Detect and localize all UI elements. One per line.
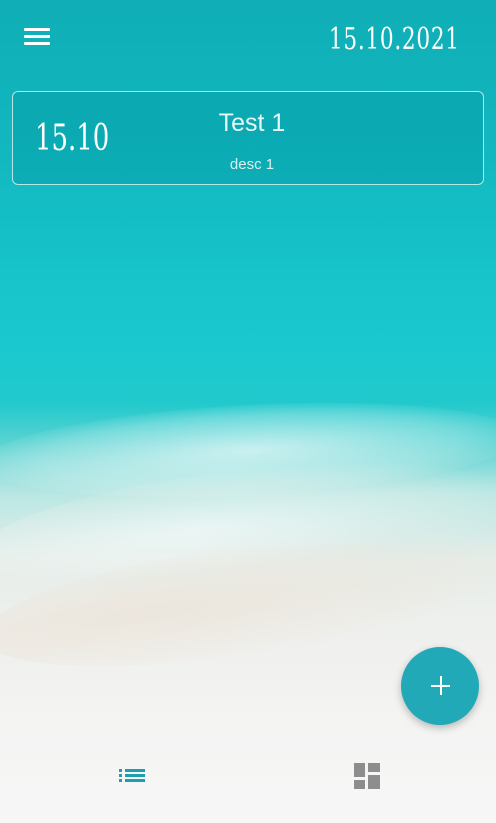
background-surf bbox=[0, 442, 496, 608]
app-screen: 15.10.2021 15.10 Test 1 desc 1 bbox=[0, 0, 496, 823]
plus-icon bbox=[439, 676, 442, 695]
add-note-button[interactable] bbox=[401, 647, 479, 725]
header-date: 15.10.2021 bbox=[329, 22, 460, 57]
menu-line bbox=[24, 42, 50, 45]
background-surf bbox=[0, 390, 496, 510]
hamburger-menu-icon[interactable] bbox=[22, 26, 54, 50]
dashboard-icon bbox=[354, 763, 380, 789]
menu-line bbox=[24, 35, 50, 38]
list-icon bbox=[119, 768, 147, 784]
nav-list-view[interactable] bbox=[102, 752, 162, 802]
bottom-navigation bbox=[0, 740, 496, 823]
note-title: Test 1 bbox=[218, 109, 286, 137]
menu-line bbox=[24, 28, 50, 31]
nav-dashboard-view[interactable] bbox=[337, 752, 397, 802]
note-description: desc 1 bbox=[229, 156, 275, 173]
note-card[interactable]: 15.10 Test 1 desc 1 bbox=[12, 91, 484, 185]
